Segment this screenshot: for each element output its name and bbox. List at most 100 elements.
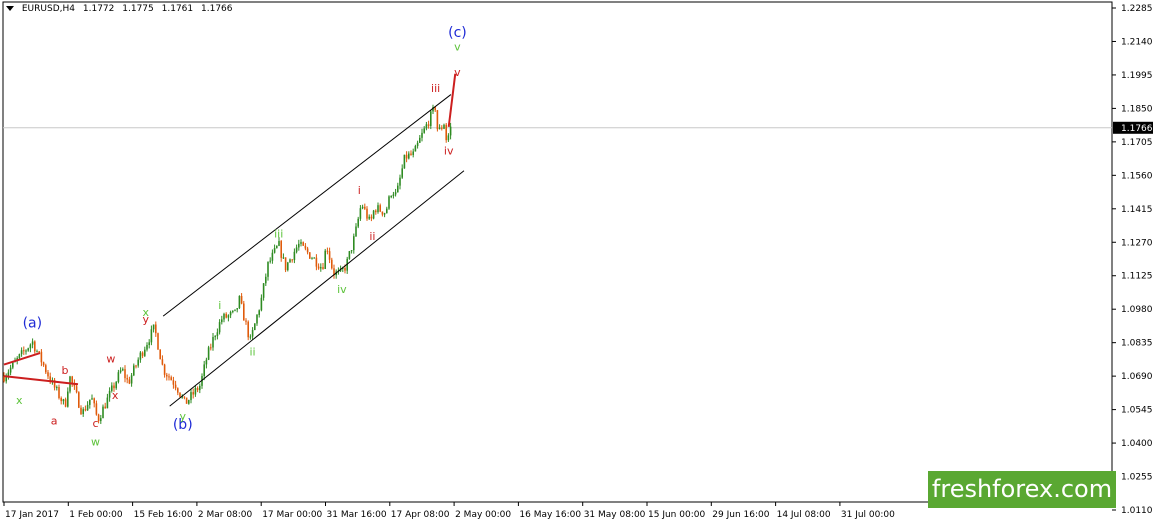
candle-body <box>271 252 274 261</box>
candle-body <box>245 320 247 322</box>
candle-body <box>23 350 25 352</box>
candle-body <box>359 208 362 219</box>
candle-body <box>361 206 364 209</box>
x-tick-label: 17 Apr 08:00 <box>391 510 450 520</box>
candle-body <box>218 322 221 333</box>
candle-body <box>392 194 395 197</box>
candle-body <box>108 390 111 398</box>
candle-body <box>390 196 392 198</box>
candle-body <box>311 258 313 260</box>
candle-body <box>144 349 146 356</box>
candle-body <box>115 381 117 389</box>
x-tick-label: 31 May 08:00 <box>584 510 646 520</box>
candle-body <box>287 262 289 271</box>
time-axis[interactable]: 17 Jan 2017 1 Feb 00:00 15 Feb 16:00 2 Mar … <box>3 502 895 520</box>
candle-body <box>141 352 144 356</box>
candle-body <box>300 242 302 244</box>
candle-body <box>421 132 423 138</box>
chart-canvas[interactable]: (a)(b)(c)xwxyiiiiiiivvabcwxyiiiiiiivv 1.… <box>0 0 1155 527</box>
forex-chart[interactable]: (a) (b) (c) x w x y i ii iii iv v a b c w x y i ii iii iv v 1.… <box>0 0 1155 527</box>
x-tick-label: 29 Jun 16:00 <box>712 510 769 520</box>
price-axis[interactable]: 1.2285 1.2140 1.1995 1.1850 1.1705 1.1560 1.14… <box>1112 4 1153 516</box>
candle-body <box>170 377 172 381</box>
candle-body <box>322 267 324 269</box>
current-price-label: 1.1766 <box>1121 124 1153 134</box>
wave-label-green: iii <box>274 228 283 241</box>
candle-body <box>430 111 432 126</box>
candle-body <box>357 218 359 227</box>
y-tick-label: 1.0980 <box>1121 305 1153 315</box>
candle-body <box>34 341 36 352</box>
candle-body <box>423 128 425 133</box>
candle-body <box>183 396 186 398</box>
candle-body <box>75 386 78 393</box>
x-tick-label: 31 Mar 16:00 <box>327 510 387 520</box>
x-tick-label: 17 Jan 2017 <box>5 510 59 520</box>
wave-label-red: a <box>51 415 58 428</box>
candle-body <box>320 267 322 269</box>
x-tick-label: 16 May 16:00 <box>519 510 581 520</box>
candle-body <box>60 398 62 402</box>
candle-body <box>152 324 155 330</box>
y-tick-label: 1.0545 <box>1121 406 1153 416</box>
candle-body <box>150 329 153 343</box>
candle-body <box>124 369 126 379</box>
candle-body <box>20 350 23 355</box>
candle-body <box>203 364 205 377</box>
candle-body <box>31 341 34 345</box>
candle-body <box>25 350 27 352</box>
candle-body <box>441 127 443 129</box>
candle-body <box>159 349 161 360</box>
candle-body <box>236 308 238 310</box>
candle-body <box>199 385 201 391</box>
candle-body <box>9 367 12 373</box>
candle-body <box>80 407 82 415</box>
candle-body <box>397 185 399 193</box>
wave-label-red: iv <box>444 145 454 158</box>
candle-body <box>315 257 318 267</box>
candle-body <box>324 250 326 269</box>
x-tick-label: 31 Jul 00:00 <box>841 510 895 520</box>
candle-body <box>447 135 450 141</box>
wave-label-green: w <box>91 435 100 448</box>
wave-label-red: iii <box>431 82 440 95</box>
candle-body <box>405 154 408 159</box>
wave-label-green: i <box>218 299 221 312</box>
candle-body <box>84 409 87 411</box>
symbol-dropdown-icon[interactable] <box>6 6 14 11</box>
y-tick-label: 1.1850 <box>1121 104 1153 114</box>
candle-body <box>425 124 428 129</box>
wave-label-red: x <box>112 389 119 402</box>
candle-body <box>38 351 40 353</box>
candle-body <box>295 247 298 252</box>
candle-body <box>383 213 386 215</box>
candle-body <box>278 241 280 246</box>
candle-body <box>313 257 315 259</box>
x-tick-label: 1 Feb 00:00 <box>69 510 123 520</box>
wave-label-red: y <box>142 313 149 326</box>
candle-body <box>256 314 258 324</box>
high-value: 1.1775 <box>122 4 154 14</box>
candle-body <box>64 399 67 407</box>
candle-body <box>155 324 157 334</box>
candle-body <box>119 370 122 373</box>
candle-body <box>179 392 181 397</box>
x-tick-label: 2 Mar 08:00 <box>198 510 253 520</box>
x-tick-label: 2 May 00:00 <box>455 510 511 520</box>
candle-body <box>177 388 179 393</box>
close-value: 1.1766 <box>201 4 233 14</box>
candle-body <box>168 376 170 378</box>
candle-body <box>104 406 106 409</box>
candle-body <box>146 344 148 350</box>
candle-body <box>67 391 69 407</box>
candle-body <box>58 387 60 399</box>
candle-body <box>185 397 188 404</box>
candle-body <box>265 276 267 284</box>
candle-body <box>194 388 197 395</box>
candle-body <box>243 303 245 321</box>
candle-body <box>82 409 84 415</box>
y-tick-label: 1.0400 <box>1121 439 1153 449</box>
candle-body <box>113 385 115 389</box>
candle-body <box>436 110 439 130</box>
candle-body <box>276 245 278 249</box>
